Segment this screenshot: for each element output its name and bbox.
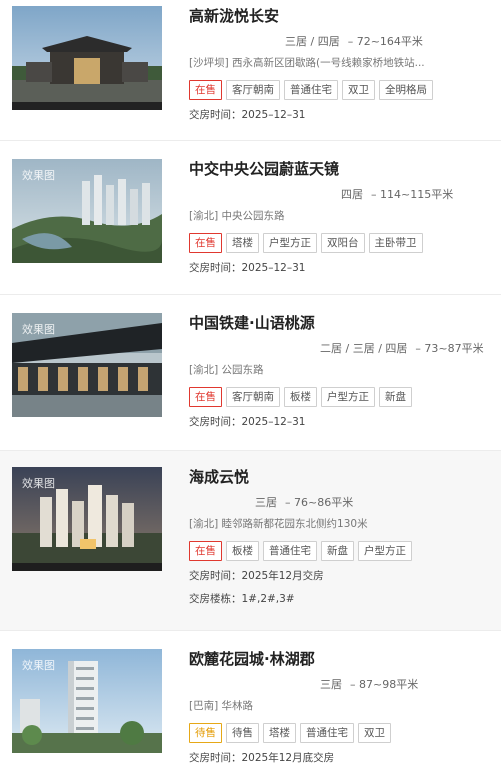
status-badge: 在售 — [189, 541, 222, 561]
tag-list: 在售 塔楼 户型方正 双阳台 主卧带卫 — [189, 231, 501, 253]
area-range: – 114~115平米 — [371, 188, 454, 201]
feature-tag: 新盘 — [379, 387, 412, 407]
watermark-label: 效果图 — [22, 169, 55, 182]
building-rendering-image — [12, 6, 162, 110]
watermark-label: 效果图 — [22, 323, 55, 336]
listing-card[interactable]: 效果图 海成云悦 三居 – 76~86平米 [渝北] 睦邻路新都花园东北侧约130… — [0, 451, 501, 631]
delivery-time: 交房时间：2025年12月交房 — [189, 570, 324, 582]
feature-tag: 塔楼 — [263, 723, 296, 743]
tag-list: 待售 待售 塔楼 普通住宅 双卫 — [189, 721, 501, 743]
tag-list: 在售 板楼 普通住宅 新盘 户型方正 — [189, 539, 501, 561]
listing-card[interactable]: 效果图 中交中央公园蔚蓝天镜 四居 – 114~115平米 [渝北] 中央公园东路… — [0, 141, 501, 295]
feature-tag: 户型方正 — [321, 387, 375, 407]
feature-tag: 普通住宅 — [300, 723, 354, 743]
feature-tag: 主卧带卫 — [368, 233, 423, 253]
status-badge: 在售 — [189, 233, 222, 253]
feature-tag: 板楼 — [284, 387, 317, 407]
listing-address: [巴南] 华林路 — [189, 700, 254, 712]
area-range: – 73~87平米 — [415, 342, 484, 355]
feature-tag: 双阳台 — [321, 233, 365, 253]
feature-tag: 塔楼 — [226, 233, 259, 253]
delivery-time: 交房时间：2025–12–31 — [189, 109, 306, 121]
listing-list: 高新泷悦长安 三居 / 四居 – 72~164平米 [沙坪坝] 西永高新区团歇路(… — [0, 0, 501, 776]
listing-address: [渝北] 公园东路 — [189, 364, 264, 376]
feature-tag: 客厅朝南 — [226, 80, 280, 100]
listing-address: [沙坪坝] 西永高新区团歇路(一号线赖家桥地铁站... — [189, 57, 425, 69]
listing-rooms: 三居 / 四居 – 72~164平米 — [189, 35, 501, 49]
feature-tag: 双卫 — [342, 80, 375, 100]
feature-tag: 全明格局 — [379, 80, 433, 100]
listing-thumbnail[interactable]: 效果图 — [12, 159, 162, 263]
listing-rooms: 三居 – 76~86平米 — [189, 496, 501, 510]
listing-thumbnail[interactable] — [12, 6, 162, 110]
listing-title[interactable]: 海成云悦 — [189, 467, 501, 487]
delivery-time: 交房时间：2025–12–31 — [189, 416, 306, 428]
listing-title[interactable]: 欧麓花园城·林湖郡 — [189, 649, 501, 669]
status-badge: 在售 — [189, 387, 222, 407]
area-range: – 72~164平米 — [347, 35, 423, 48]
listing-info: 海成云悦 三居 – 76~86平米 [渝北] 睦邻路新都花园东北侧约130米 在售… — [189, 467, 501, 606]
listing-thumbnail[interactable]: 效果图 — [12, 313, 162, 417]
feature-tag: 户型方正 — [358, 541, 412, 561]
listing-address: [渝北] 中央公园东路 — [189, 210, 285, 222]
room-types: 三居 / 四居 — [285, 35, 340, 48]
watermark-label: 效果图 — [22, 659, 55, 672]
feature-tag: 新盘 — [321, 541, 354, 561]
watermark-label: 效果图 — [22, 477, 55, 490]
feature-tag: 客厅朝南 — [226, 387, 280, 407]
listing-address: [渝北] 睦邻路新都花园东北侧约130米 — [189, 518, 368, 530]
listing-title[interactable]: 中国铁建·山语桃源 — [189, 313, 501, 333]
listing-thumbnail[interactable]: 效果图 — [12, 649, 162, 753]
listing-rooms: 二居 / 三居 / 四居 – 73~87平米 — [189, 342, 501, 356]
listing-info: 高新泷悦长安 三居 / 四居 – 72~164平米 [沙坪坝] 西永高新区团歇路(… — [189, 6, 501, 122]
tag-list: 在售 客厅朝南 板楼 户型方正 新盘 — [189, 385, 501, 407]
tag-list: 在售 客厅朝南 普通住宅 双卫 全明格局 — [189, 78, 501, 100]
feature-tag: 户型方正 — [263, 233, 317, 253]
room-types: 二居 / 三居 / 四居 — [320, 342, 408, 355]
listing-rooms: 四居 – 114~115平米 — [189, 188, 501, 202]
listing-info: 欧麓花园城·林湖郡 三居 – 87~98平米 [巴南] 华林路 待售 待售 塔楼 普通住… — [189, 649, 501, 765]
delivery-time: 交房时间：2025年12月底交房 — [189, 752, 335, 764]
listing-rooms: 三居 – 87~98平米 — [189, 678, 501, 692]
feature-tag: 普通住宅 — [263, 541, 317, 561]
listing-info: 中交中央公园蔚蓝天镜 四居 – 114~115平米 [渝北] 中央公园东路 在售塔… — [189, 159, 501, 275]
area-range: – 76~86平米 — [285, 496, 354, 509]
feature-tag: 待售 — [226, 723, 259, 743]
status-badge: 在售 — [189, 80, 222, 100]
listing-title[interactable]: 中交中央公园蔚蓝天镜 — [189, 159, 501, 179]
area-range: – 87~98平米 — [350, 678, 419, 691]
listing-title[interactable]: 高新泷悦长安 — [189, 6, 501, 26]
listing-card[interactable]: 效果图 欧麓花园城·林湖郡 三居 – 87~98平米 [巴南] 华林路 待售 待售塔… — [0, 631, 501, 776]
room-types: 三居 — [255, 496, 277, 509]
delivery-buildings: 交房楼栋：1#,2#,3# — [189, 593, 295, 605]
feature-tag: 普通住宅 — [284, 80, 338, 100]
feature-tag: 板楼 — [226, 541, 259, 561]
feature-tag: 双卫 — [358, 723, 391, 743]
listing-card[interactable]: 效果图 中国铁建·山语桃源 二居 / 三居 / 四居 – 73~87平米 [渝北]… — [0, 295, 501, 451]
status-badge: 待售 — [189, 723, 222, 743]
listing-card[interactable]: 高新泷悦长安 三居 / 四居 – 72~164平米 [沙坪坝] 西永高新区团歇路(… — [0, 0, 501, 141]
room-types: 三居 — [320, 678, 342, 691]
listing-info: 中国铁建·山语桃源 二居 / 三居 / 四居 – 73~87平米 [渝北] 公园东… — [189, 313, 501, 429]
room-types: 四居 — [341, 188, 363, 201]
listing-thumbnail[interactable]: 效果图 — [12, 467, 162, 571]
delivery-time: 交房时间：2025–12–31 — [189, 262, 306, 274]
